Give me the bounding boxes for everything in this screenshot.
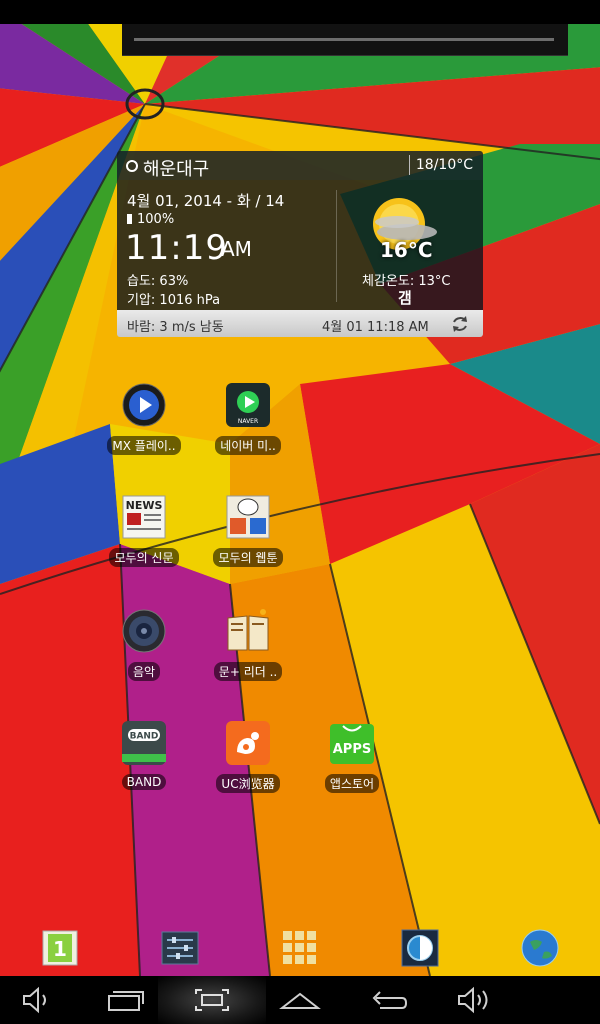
screenshot-icon[interactable] xyxy=(182,976,242,1024)
news-icon: NEWS xyxy=(122,495,166,539)
naver-media-icon: NAVER xyxy=(226,383,270,427)
app-uc-browser[interactable]: UC浏览器 xyxy=(198,720,298,793)
app-band[interactable]: BAND BAND xyxy=(94,720,194,790)
weather-body: 4월 01, 2014 - 화 / 14 100% 11:19 AM 습도: 6… xyxy=(117,180,483,310)
volume-up-icon[interactable] xyxy=(445,976,505,1024)
app-drawer-icon[interactable] xyxy=(280,928,320,968)
pressure-text: 기압: 1016 hPa xyxy=(127,293,221,308)
current-temperature: 16°C xyxy=(380,238,433,262)
app-label: MX 플레이.. xyxy=(107,436,181,455)
app-webtoon[interactable]: 모두의 웹툰 xyxy=(198,494,298,567)
brightness-icon[interactable] xyxy=(400,928,440,968)
app-label: 앱스토어 xyxy=(324,774,380,793)
volume-down-icon[interactable] xyxy=(6,976,66,1024)
temp-range: 18/10°C xyxy=(415,157,473,173)
browser-globe-icon[interactable] xyxy=(520,928,560,968)
one-store-icon[interactable]: 1 xyxy=(40,928,80,968)
weather-location[interactable]: 해운대구 xyxy=(143,155,209,181)
app-label: 음악 xyxy=(127,662,161,681)
app-label: UC浏览器 xyxy=(216,774,280,793)
humidity-text: 습도: 63% xyxy=(127,274,189,289)
battery-icon xyxy=(127,214,132,224)
news-text: NEWS xyxy=(126,499,163,512)
weather-condition: 갬 xyxy=(398,289,412,307)
weather-widget[interactable]: 해운대구 18/10°C 4월 01, 2014 - 화 / 14 100% 1… xyxy=(117,151,483,337)
app-book-reader[interactable]: 문+ 리더 .. xyxy=(198,608,298,681)
wind-text: 바람: 3 m/s 남동 xyxy=(127,320,224,335)
uc-browser-icon xyxy=(226,721,270,765)
back-icon[interactable] xyxy=(358,976,418,1024)
app-music[interactable]: 음악 xyxy=(94,608,194,681)
dock: 1 xyxy=(0,924,600,976)
one-text: 1 xyxy=(53,937,67,961)
book-reader-icon xyxy=(227,609,269,651)
refresh-icon[interactable] xyxy=(449,313,471,335)
last-updated: 4월 01 11:18 AM xyxy=(322,320,429,335)
app-news[interactable]: NEWS 모두의 신문 xyxy=(94,494,194,567)
notification-panel-handle[interactable] xyxy=(122,24,568,56)
app-label: 모두의 신문 xyxy=(109,548,179,567)
app-label: 네이버 미.. xyxy=(215,436,281,455)
settings-icon[interactable] xyxy=(160,928,200,968)
app-store[interactable]: APPS 앱스토어 xyxy=(302,720,402,793)
panel-progress-line xyxy=(134,38,554,41)
apps-text: APPS xyxy=(333,742,371,757)
status-bar xyxy=(0,0,600,24)
naver-text: NAVER xyxy=(238,418,258,425)
body-divider xyxy=(336,190,337,302)
clock-time[interactable]: 11:19 xyxy=(125,228,228,268)
band-icon: BAND xyxy=(122,721,166,765)
weather-header: 해운대구 18/10°C xyxy=(117,151,483,180)
speaker-icon xyxy=(122,609,166,653)
webtoon-icon xyxy=(226,495,270,539)
app-store-icon: APPS xyxy=(330,724,374,764)
battery-level: 100% xyxy=(137,212,175,227)
app-mx-player[interactable]: MX 플레이.. xyxy=(94,382,194,455)
location-pin-icon xyxy=(126,160,138,172)
battery-status: 100% xyxy=(127,212,174,227)
band-text: BAND xyxy=(130,732,159,742)
clock-ampm: AM xyxy=(221,237,252,261)
home-icon[interactable] xyxy=(270,976,330,1024)
weather-footer: 바람: 3 m/s 남동 4월 01 11:18 AM xyxy=(117,310,483,337)
app-label: 모두의 웹툰 xyxy=(213,548,283,567)
app-label: 문+ 리더 .. xyxy=(213,662,283,681)
recent-apps-icon[interactable] xyxy=(95,976,155,1024)
header-divider xyxy=(409,155,410,175)
app-naver-media[interactable]: NAVER 네이버 미.. xyxy=(198,382,298,455)
mx-player-icon xyxy=(122,383,166,427)
date-text: 4월 01, 2014 - 화 / 14 xyxy=(127,192,285,210)
app-label: BAND xyxy=(121,774,167,790)
